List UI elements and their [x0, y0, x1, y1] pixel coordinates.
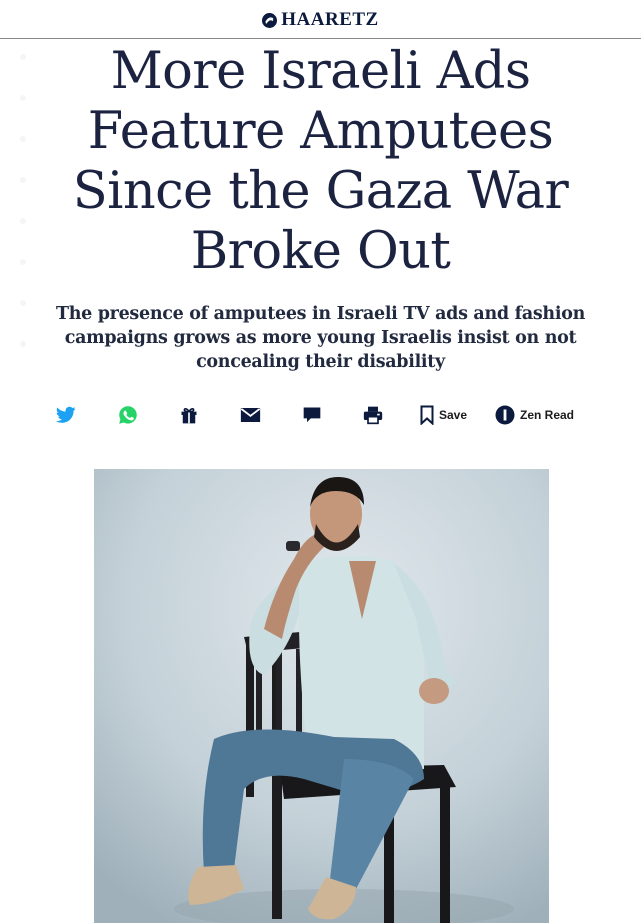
save-label: Save [439, 408, 468, 422]
print-button[interactable] [363, 405, 383, 425]
side-decoration [20, 54, 30, 382]
twitter-icon [56, 406, 76, 423]
comments-button[interactable] [302, 405, 322, 425]
email-share-button[interactable] [240, 405, 261, 425]
logo-text: HAARETZ [281, 9, 379, 30]
whatsapp-share-button[interactable] [118, 405, 138, 425]
whatsapp-icon [119, 406, 137, 424]
article-headline: More Israeli Ads Feature Amputees Since … [72, 42, 569, 281]
article-subheadline: The presence of amputees in Israeli TV a… [55, 304, 586, 372]
twitter-share-button[interactable] [56, 405, 76, 425]
zen-read-label: Zen Read [520, 408, 575, 422]
article-photo [94, 469, 549, 923]
mail-icon [240, 408, 261, 422]
save-button[interactable]: Save [420, 405, 467, 425]
print-icon [363, 406, 383, 425]
zen-read-icon [495, 405, 515, 425]
masthead: HAARETZ [0, 0, 641, 39]
comment-icon [303, 407, 321, 423]
bookmark-icon [420, 405, 434, 425]
share-bar: Save Zen Read [0, 400, 641, 430]
zen-read-button[interactable]: Zen Read [495, 405, 574, 425]
gift-article-button[interactable] [179, 405, 199, 425]
haaretz-logo[interactable]: HAARETZ [262, 9, 378, 31]
haaretz-logo-icon [262, 12, 278, 28]
gift-icon [181, 408, 197, 424]
